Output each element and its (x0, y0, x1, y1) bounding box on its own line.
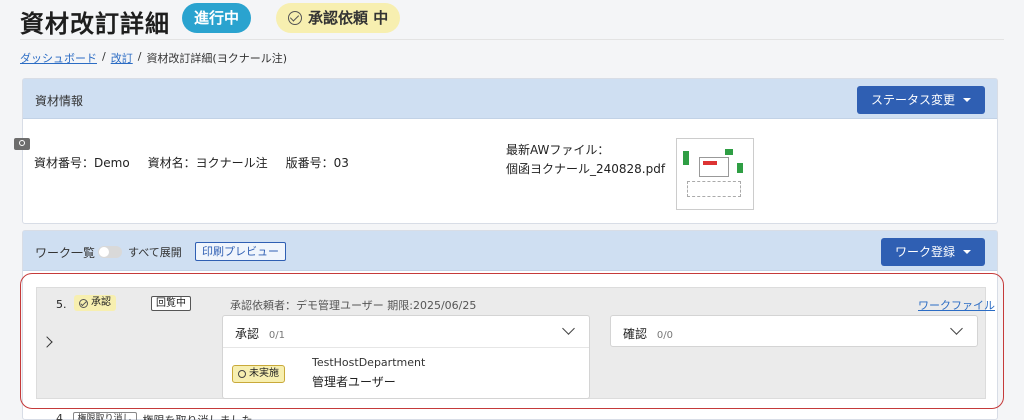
edition-number: 版番号：03 (285, 156, 349, 170)
task-type-badge: 権限取り消し (72, 412, 137, 420)
material-name: 資材名：ヨクナール注 (147, 156, 268, 170)
aw-file-label: 最新AWファイル： (506, 143, 610, 157)
task-number: 4. (56, 412, 67, 420)
breadcrumb-current: 資材改訂詳細(ヨクナール注) (146, 52, 288, 65)
caret-down-icon (963, 250, 971, 254)
material-info-header: 資材情報 ステータス変更 (23, 79, 997, 119)
task-row-partial: 4. 権限取り消し 権限を取り消しました (56, 412, 253, 420)
material-number: 資材番号：Demo (34, 156, 130, 170)
person-card-icon (14, 138, 30, 150)
work-register-button[interactable]: ワーク登録 (880, 238, 985, 266)
breadcrumb-revision[interactable]: 改訂 (111, 50, 133, 66)
expand-all-label: すべて展開 (128, 246, 182, 259)
breadcrumb-separator: / (137, 50, 142, 63)
task-summary: 権限を取り消しました (143, 412, 253, 420)
breadcrumb-separator: / (102, 50, 106, 63)
page-title: 資材改訂詳細 (20, 10, 170, 38)
material-info-title: 資材情報 (35, 94, 84, 108)
breadcrumb-dashboard[interactable]: ダッシュボード (20, 50, 97, 66)
status-change-button[interactable]: ステータス変更 (856, 86, 985, 114)
check-circle-icon (288, 11, 302, 25)
print-preview-button[interactable]: 印刷プレビュー (195, 242, 286, 261)
caret-down-icon (963, 98, 971, 102)
status-badge: 進行中 (182, 3, 252, 33)
work-register-label: ワーク登録 (894, 245, 955, 259)
expand-all-toggle[interactable] (98, 246, 122, 258)
breadcrumb: ダッシュボード / 改訂 / 資材改訂詳細(ヨクナール注) (20, 50, 287, 66)
status-change-label: ステータス変更 (870, 93, 955, 107)
page-header: 資材改訂詳細 進行中 承認依頼 中 (20, 0, 1004, 40)
approval-status-badge: 承認依頼 中 (276, 3, 401, 33)
approval-status-label: 承認依頼 中 (308, 9, 389, 27)
highlight-frame (20, 273, 1004, 409)
work-list-title: ワーク一覧 (35, 246, 96, 260)
material-details: 資材番号：Demo 資材名：ヨクナール注 版番号：03 (34, 154, 349, 171)
aw-file-name: 個函ヨクナール_240828.pdf (506, 162, 666, 176)
aw-file-thumbnail[interactable] (676, 138, 754, 210)
